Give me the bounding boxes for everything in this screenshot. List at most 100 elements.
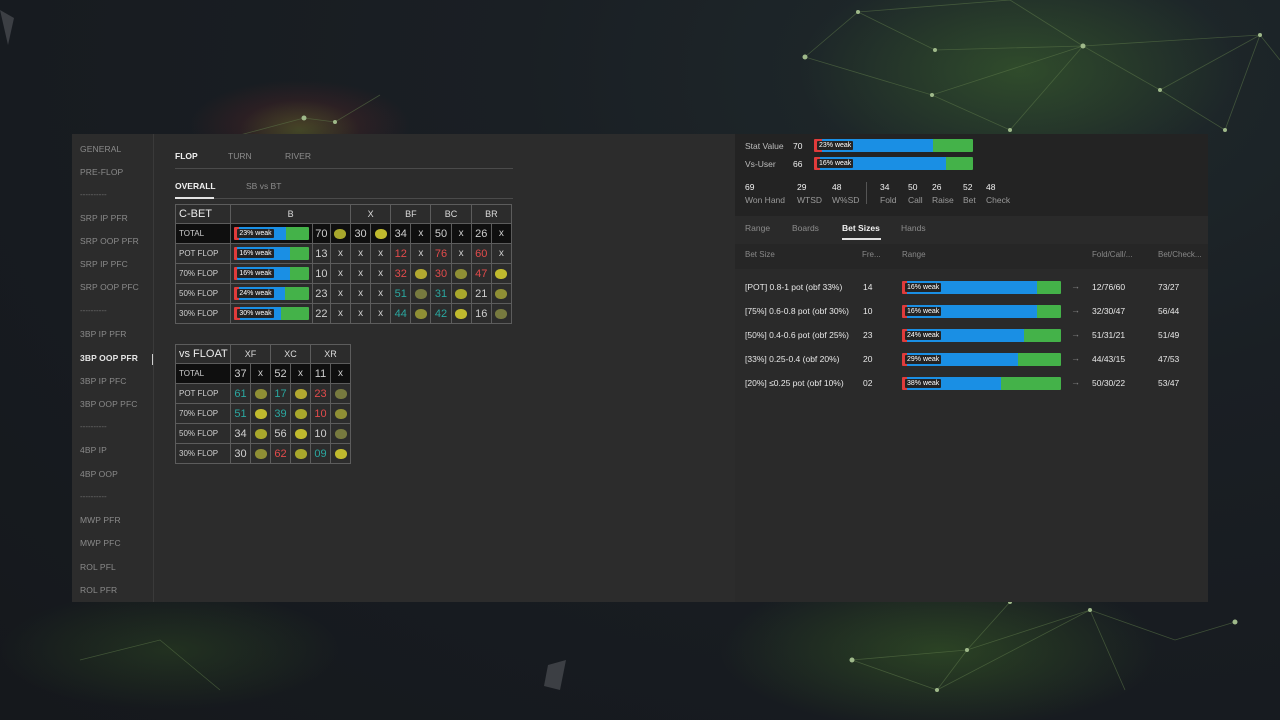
bet-check-value: 51/49 [1158,330,1180,340]
tab-river[interactable]: RIVER [285,151,311,161]
sidebar-item-3bp-ip-pfr[interactable]: 3BP IP PFR [80,329,127,339]
bet-size-row[interactable]: [POT] 0.8-1 pot (obf 33%) 14 16% weak → 12/7… [735,279,1208,297]
float-row[interactable]: 70% FLOP 51 39 10 [175,403,351,424]
cbet-bc-value: 76 [430,243,452,264]
sub-tabs: OVERALL SB vs BT [175,181,513,199]
cbet-bc-value: 31 [430,283,452,304]
cbet-range-bar: 30% weak [234,307,309,320]
cbet-bc-value: 30 [430,263,452,284]
bet-size-row[interactable]: [20%] ≤0.25 pot (obf 10%) 02 38% weak → 50/3… [735,375,1208,393]
float-row-label: 70% FLOP [175,403,231,424]
sidebar-item-3bp-oop-pfr[interactable]: 3BP OOP PFR [80,353,138,363]
bet-size-label: [75%] 0.6-0.8 pot (obf 30%) [745,306,849,316]
cbet-range-bar-strong-segment [285,227,309,240]
arrow-right-icon: → [1071,305,1080,315]
tab-range[interactable]: Range [745,223,770,233]
empty-mark: x [410,243,432,264]
bet-size-range-bar-strong-segment [1037,281,1061,294]
float-row[interactable]: 50% FLOP 34 56 10 [175,423,351,444]
sidebar-item-mwp-pfc[interactable]: MWP PFC [80,538,121,548]
cbet-row[interactable]: TOTAL 23% weak 70 30 34 x 50 x 26 x [174,223,513,244]
bet-size-range-bar-label: 24% weak [905,331,942,340]
float-row-label: TOTAL [175,363,231,384]
float-row[interactable]: TOTAL 37 x 52 x 11 x [175,363,351,384]
col-bet-size[interactable]: Bet Size [745,250,775,259]
vs-user-label: Vs-User [745,159,776,169]
bet-check-value: 56/44 [1158,306,1180,316]
float-xr-value: 11 [310,363,331,384]
bet-size-range-bar: 29% weak [902,353,1061,366]
cbet-table: C-BET B X BF BC BR TOTAL 23% weak 70 30 34 x 5… [174,204,513,324]
blob-icon [414,268,427,279]
tab-bet-sizes[interactable]: Bet Sizes [842,223,880,233]
sidebar-item-srp-oop-pfr[interactable]: SRP OOP PFR [80,236,139,246]
hand-strength-icon [490,303,513,324]
bet-check-value: 53/47 [1158,378,1180,388]
summary-won-hand: 69 Won Hand [745,182,786,205]
cbet-x-value: 30 [350,223,372,244]
tab-boards[interactable]: Boards [792,223,819,233]
sidebar-item-4bp-ip[interactable]: 4BP IP [80,445,107,455]
col-fold-call-raise[interactable]: Fold/Call/... [1092,250,1132,259]
sidebar-item-rol-pfr[interactable]: ROL PFR [80,585,117,595]
cbet-row[interactable]: POT FLOP 16% weak 13 x x x 12 x 76 x 60 x [174,243,513,264]
cbet-row[interactable]: 50% FLOP 24% weak 23 x x x 51 31 21 [174,283,513,304]
float-xf-value: 37 [230,363,251,384]
cbet-range-bar: 16% weak [234,267,309,280]
cbet-row[interactable]: 70% FLOP 16% weak 10 x x x 32 30 47 [174,263,513,284]
tab-sb-vs-bt[interactable]: SB vs BT [246,181,281,191]
hand-strength-icon [490,283,513,304]
cbet-range-bar: 16% weak [234,247,309,260]
tab-hands[interactable]: Hands [901,223,926,233]
bet-size-range-bar: 16% weak [902,281,1061,294]
tab-turn[interactable]: TURN [228,151,252,161]
cbet-row[interactable]: 30% FLOP 30% weak 22 x x x 44 42 16 [174,303,513,324]
empty-mark: x [370,283,392,304]
blob-icon [455,268,468,279]
empty-mark: x [290,363,311,384]
bet-size-frequency: 02 [863,378,873,388]
sidebar-item-3bp-ip-pfc[interactable]: 3BP IP PFC [80,376,127,386]
cbet-bf-value: 44 [390,303,412,324]
float-header-xc: XC [270,344,311,364]
sidebar-item-3bp-oop-pfc[interactable]: 3BP OOP PFC [80,399,137,409]
blob-icon [495,308,508,319]
cbet-header-x: X [350,204,392,224]
col-range[interactable]: Range [902,250,926,259]
blob-icon [334,448,347,459]
sidebar-item-pre-flop[interactable]: PRE-FLOP [80,167,123,177]
sidebar-item-srp-ip-pfr[interactable]: SRP IP PFR [80,213,128,223]
bet-size-row[interactable]: [75%] 0.6-0.8 pot (obf 30%) 10 16% weak → 32… [735,303,1208,321]
col-bet-check[interactable]: Bet/Check... [1158,250,1202,259]
tab-overall[interactable]: OVERALL [175,181,216,191]
bet-check-value: 73/27 [1158,282,1180,292]
bet-size-range-bar-strong-segment [1000,377,1061,390]
sidebar-item-rol-pfl[interactable]: ROL PFL [80,562,116,572]
float-row[interactable]: POT FLOP 61 17 23 [175,383,351,404]
blob-icon [294,388,307,399]
main-window: GENERAL PRE-FLOP ---------- SRP IP PFR SRP O… [72,134,735,602]
bet-size-range-bar-label: 38% weak [905,379,942,388]
bet-size-range-bar: 16% weak [902,305,1061,318]
cbet-bf-value: 51 [390,283,412,304]
float-row[interactable]: 30% FLOP 30 62 09 [175,443,351,464]
vs-user-number: 66 [793,159,803,169]
fold-call-raise-value: 51/31/21 [1092,330,1126,340]
summary-wsd: 48 W%SD [832,182,860,205]
stat-value-bar-label: 23% weak [817,141,854,150]
sidebar-item-4bp-oop[interactable]: 4BP OOP [80,469,118,479]
empty-mark: x [329,303,352,324]
tab-flop[interactable]: FLOP [175,151,198,161]
cbet-range-bar-label: 16% weak [237,249,274,258]
hand-strength-icon [330,443,351,464]
float-table: vs FLOAT XF XC XR TOTAL 37 x 52 x 11 x POT FLOP… [175,344,351,464]
bet-size-row[interactable]: [33%] 0.25-0.4 (obf 20%) 20 29% weak → 44/43… [735,351,1208,369]
sidebar-item-srp-oop-pfc[interactable]: SRP OOP PFC [80,282,139,292]
col-frequency[interactable]: Fre... [862,250,881,259]
sidebar-item-general[interactable]: GENERAL [80,144,121,154]
bet-size-row[interactable]: [50%] 0.4-0.6 pot (obf 25%) 23 24% weak → 51… [735,327,1208,345]
sidebar-item-srp-ip-pfc[interactable]: SRP IP PFC [80,259,128,269]
sidebar-item-mwp-pfr[interactable]: MWP PFR [80,515,121,525]
summary-divider [866,182,867,204]
cbet-br-value: 60 [470,243,492,264]
